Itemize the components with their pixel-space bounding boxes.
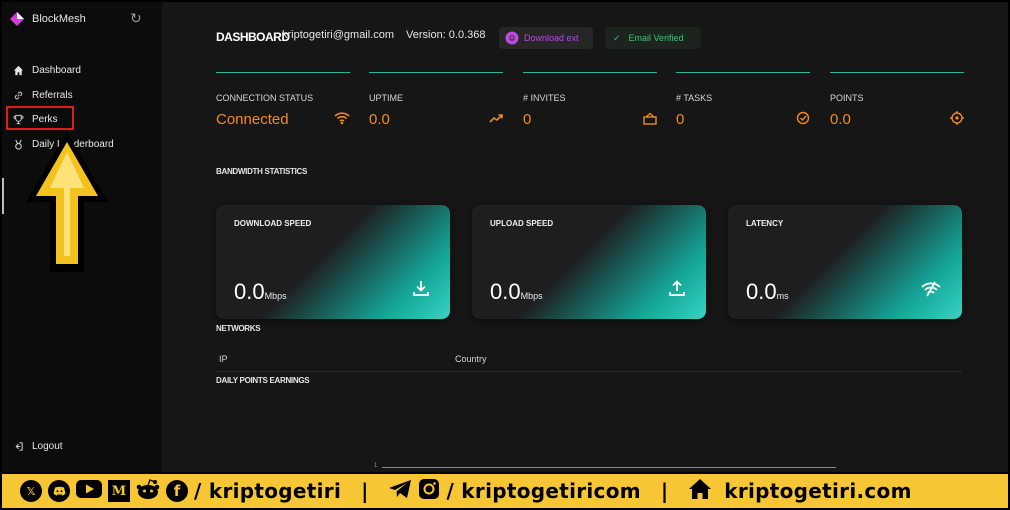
email-verified-label: Email Verified [628,33,684,43]
brand: BlockMesh [10,12,86,26]
card-value: 0.0 [746,279,777,304]
card-value: 0.0 [490,279,521,304]
social-handle-1: / kriptogetiri [194,479,342,503]
axis-tick-label: 1 [374,463,378,469]
stat-invites: # INVITES 0 [523,72,657,128]
column-header-country: Country [455,354,487,364]
daily-points-heading: DAILY POINTS EARNINGS [216,376,310,385]
reddit-icon [136,478,160,504]
stat-connection-status: CONNECTION STATUS Connected [216,72,350,128]
card-unit: ms [776,291,789,301]
home-icon [12,64,24,76]
card-unit: Mbps [520,291,543,301]
link-icon [12,89,24,101]
column-header-ip: IP [219,354,228,364]
instagram-icon [418,478,440,504]
website-link[interactable]: kriptogetiri.com [724,479,912,503]
footer-banner: 𝕏 M f / kriptogetiri | / kriptogetiricom… [0,472,1010,510]
email-verified-badge: ✓ Email Verified [605,27,701,49]
scroll-indicator [2,178,4,214]
trending-up-icon [489,112,503,127]
telegram-icon [388,479,412,503]
download-ext-button[interactable]: Download ext [499,27,593,49]
stat-tasks: # TASKS 0 [676,72,810,128]
chrome-icon [505,31,519,45]
x-twitter-icon: 𝕏 [20,480,42,502]
target-icon [950,111,964,128]
wifi-icon [334,111,350,128]
invites-icon [643,112,657,128]
user-email: kriptogetiri@gmail.com [282,29,395,41]
perks-highlight-box [6,106,74,130]
footer-separator: | [361,479,369,503]
stat-value: Connected [216,111,289,128]
check-icon: ✓ [613,32,621,43]
logout-label: Logout [32,440,63,452]
chart-axis-line [382,467,836,468]
bandwidth-heading: BANDWIDTH STATISTICS [216,167,308,176]
page-title: DASHBOARD [216,30,290,44]
social-handle-2: / kriptogetiricom [446,479,641,503]
youtube-icon [76,479,102,503]
card-label: UPLOAD SPEED [490,219,554,228]
stat-label: # INVITES [523,93,566,103]
card-unit: Mbps [264,291,287,301]
sidebar: BlockMesh ↻ Dashboard Referrals Perks Da… [2,2,162,472]
card-download-speed: DOWNLOAD SPEED 0.0Mbps [216,205,450,319]
medium-icon: M [108,480,130,502]
logout-icon [12,440,24,452]
upload-icon [668,279,686,302]
networks-heading: NETWORKS [216,324,261,333]
sidebar-item-label: Dashboard [32,64,81,76]
sidebar-item-referrals[interactable]: Referrals [12,89,73,101]
sidebar-item-dashboard[interactable]: Dashboard [12,64,81,76]
pointer-arrow-annotation [26,132,108,272]
card-label: LATENCY [746,219,784,228]
stat-uptime: UPTIME 0.0 [369,72,503,128]
main-content: DASHBOARD kriptogetiri@gmail.com Version… [162,2,1008,472]
card-value: 0.0 [234,279,265,304]
download-ext-label: Download ext [524,33,579,43]
stat-label: UPTIME [369,93,404,103]
stat-label: POINTS [830,93,864,103]
card-label: DOWNLOAD SPEED [234,219,312,228]
footer-separator: | [660,479,669,503]
card-latency: LATENCY 0.0ms [728,205,962,319]
stat-points: POINTS 0.0 [830,72,964,128]
check-circle-icon [796,111,810,128]
refresh-icon[interactable]: ↻ [130,10,142,27]
app-name: BlockMesh [32,13,86,25]
facebook-icon: f [166,480,188,502]
blockmesh-logo-icon [10,12,24,26]
stat-value: 0 [676,111,685,128]
stat-value: 0.0 [369,111,390,128]
table-divider [216,371,962,372]
stat-value: 0.0 [830,111,851,128]
download-icon [412,279,430,302]
stat-label: CONNECTION STATUS [216,93,314,103]
stat-value: 0 [523,111,532,128]
signal-icon [920,279,942,302]
sidebar-item-label: Referrals [32,89,73,101]
home-website-icon [688,478,712,504]
card-upload-speed: UPLOAD SPEED 0.0Mbps [472,205,706,319]
discord-icon [48,480,70,502]
stat-label: # TASKS [676,93,713,103]
app-window: BlockMesh ↻ Dashboard Referrals Perks Da… [2,2,1008,472]
logout-button[interactable]: Logout [12,440,63,452]
version-text: Version: 0.0.368 [406,29,486,41]
